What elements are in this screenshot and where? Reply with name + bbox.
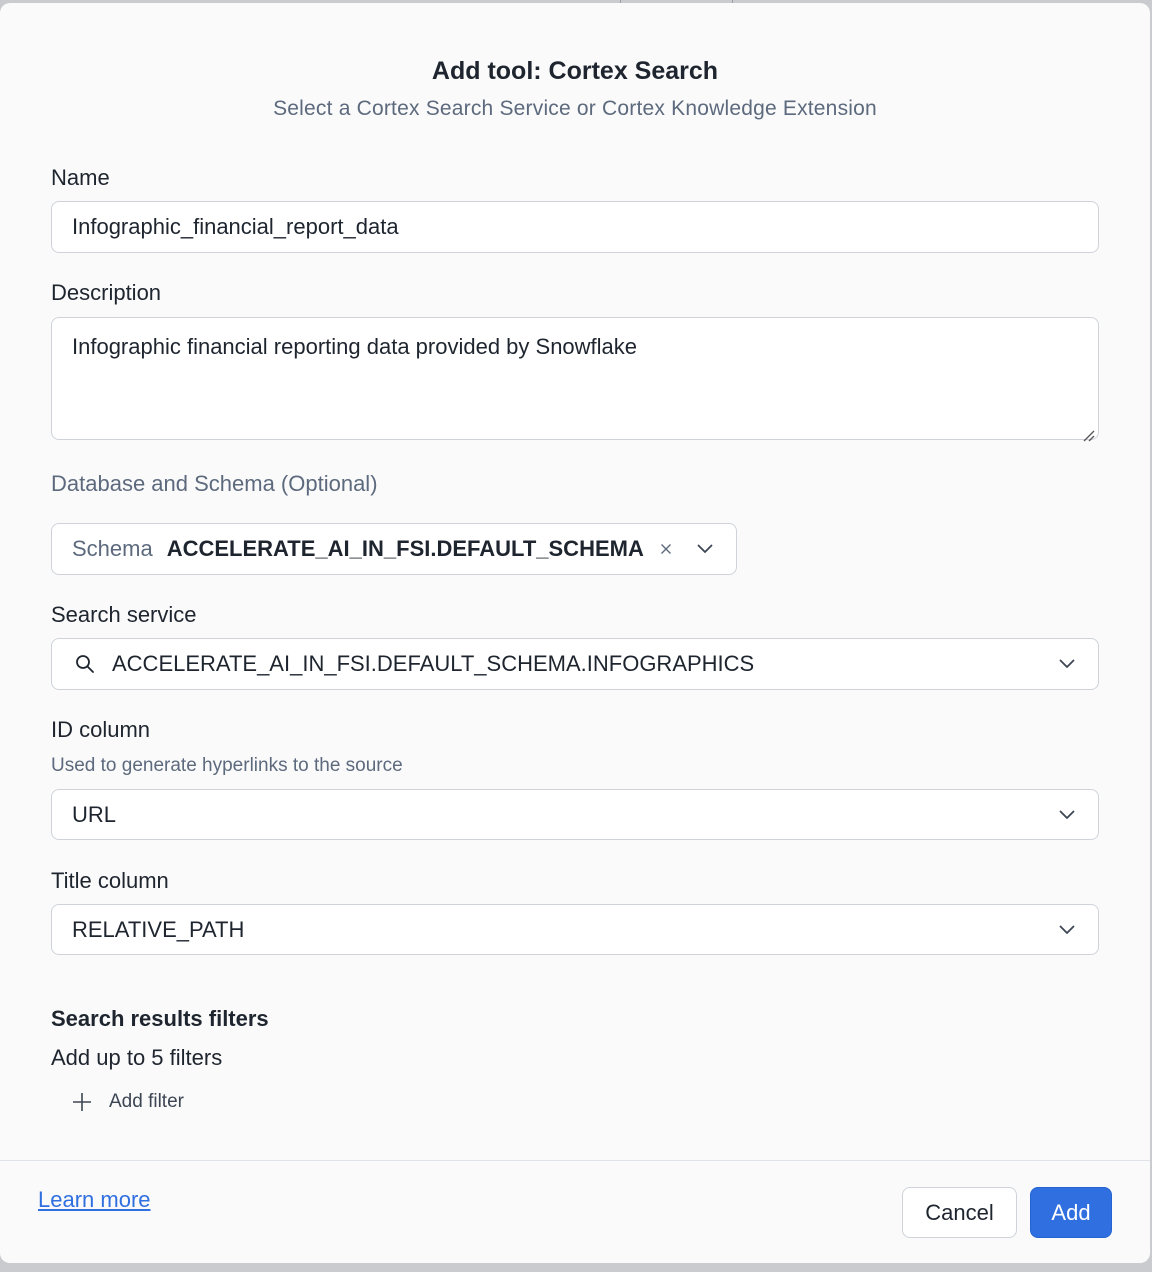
chevron-down-icon[interactable]	[1058, 921, 1076, 939]
schema-select-prefix: Schema	[72, 536, 153, 561]
dialog-subtitle: Select a Cortex Search Service or Cortex…	[273, 97, 877, 120]
add-filter-button[interactable]: Add filter	[70, 1088, 184, 1116]
id-column-hint: Used to generate hyperlinks to the sourc…	[51, 755, 403, 776]
learn-more-link[interactable]: Learn more	[38, 1187, 151, 1213]
chevron-down-icon[interactable]	[696, 540, 714, 558]
plus-icon	[70, 1090, 94, 1114]
add-button[interactable]: Add	[1030, 1187, 1112, 1238]
chevron-down-icon[interactable]	[1058, 655, 1076, 673]
name-input[interactable]: Infographic_financial_report_data	[51, 201, 1099, 253]
resize-handle-icon[interactable]	[1081, 422, 1095, 442]
description-label: Description	[51, 280, 162, 305]
title-column-label: Title column	[51, 868, 169, 893]
id-column-value: URL	[72, 801, 117, 827]
database-schema-label: Database and Schema (Optional)	[51, 471, 378, 496]
search-service-select[interactable]: ACCELERATE_AI_IN_FSI.DEFAULT_SCHEMA.INFO…	[51, 638, 1099, 690]
schema-select[interactable]: Schema ACCELERATE_AI_IN_FSI.DEFAULT_SCHE…	[51, 523, 737, 575]
title-column-value: RELATIVE_PATH	[72, 916, 245, 942]
add-filter-label: Add filter	[109, 1091, 184, 1112]
filters-section-subtitle: Add up to 5 filters	[51, 1045, 223, 1070]
add-tool-dialog: Add tool: Cortex Search Select a Cortex …	[0, 3, 1150, 1263]
clear-icon[interactable]	[658, 541, 674, 557]
cancel-button[interactable]: Cancel	[902, 1187, 1017, 1238]
dialog-title: Add tool: Cortex Search	[431, 57, 719, 85]
filters-section-title: Search results filters	[51, 1006, 269, 1031]
schema-select-value: ACCELERATE_AI_IN_FSI.DEFAULT_SCHEMA	[166, 536, 644, 561]
name-label: Name	[51, 165, 110, 190]
chevron-down-icon[interactable]	[1058, 806, 1076, 824]
name-input-value: Infographic_financial_report_data	[72, 214, 399, 239]
search-service-label: Search service	[51, 602, 197, 627]
search-service-value: ACCELERATE_AI_IN_FSI.DEFAULT_SCHEMA.INFO…	[112, 651, 755, 676]
id-column-select[interactable]: URL	[51, 789, 1099, 840]
description-textarea[interactable]: Infographic financial reporting data pro…	[51, 317, 1099, 442]
description-textarea-value: Infographic financial reporting data pro…	[72, 334, 638, 359]
search-icon	[74, 653, 96, 675]
footer-divider	[0, 1160, 1150, 1161]
title-column-select[interactable]: RELATIVE_PATH	[51, 904, 1099, 955]
id-column-label: ID column	[51, 717, 151, 742]
